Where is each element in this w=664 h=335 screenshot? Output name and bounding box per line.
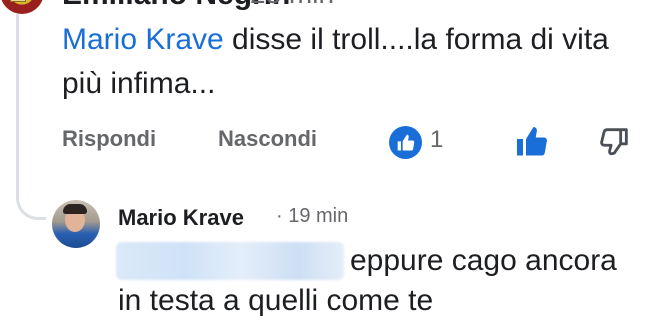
parent-comment-text: Mario Krave disse il troll....la forma d… <box>62 18 652 106</box>
reply-time: · 19 min <box>276 205 349 227</box>
crest-icon: ✦ <box>10 0 26 2</box>
reply-text-line-2: in testa a quelli come te <box>118 284 434 317</box>
redacted-mention <box>116 242 344 280</box>
thumbs-up-reaction-icon[interactable] <box>389 126 422 159</box>
parent-time: 23 min <box>250 0 334 10</box>
thumbs-up-icon[interactable] <box>514 124 550 165</box>
mention-link[interactable]: Mario Krave <box>62 23 224 56</box>
reaction-count[interactable]: 1 <box>430 126 443 154</box>
hide-button[interactable]: Nascondi <box>218 126 317 152</box>
thumbs-down-icon[interactable] <box>598 124 632 163</box>
reply-text-line-1: eppure cago ancora <box>350 244 617 277</box>
avatar-hair <box>63 204 87 214</box>
avatar-emiliano[interactable]: ✦ <box>0 0 44 14</box>
avatar-mario[interactable] <box>52 200 100 248</box>
reply-button[interactable]: Rispondi <box>62 126 156 152</box>
reply-author-name[interactable]: Mario Krave <box>118 205 244 231</box>
thread-connector <box>16 160 46 220</box>
